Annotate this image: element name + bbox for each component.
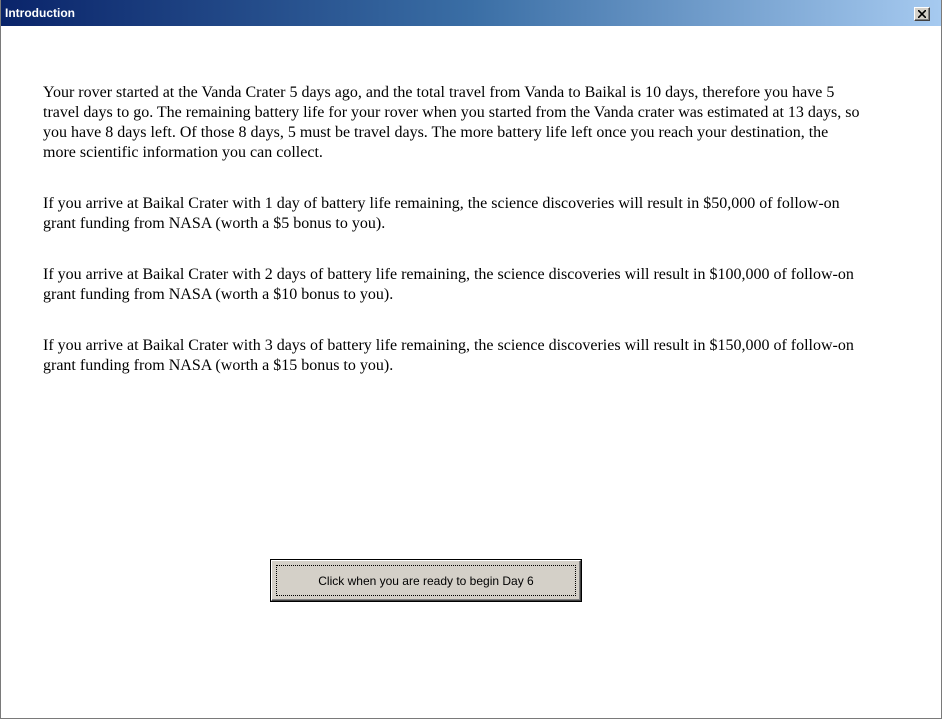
window-title: Introduction bbox=[5, 6, 75, 20]
intro-text: Your rover started at the Vanda Crater 5… bbox=[43, 83, 863, 376]
intro-paragraph: Your rover started at the Vanda Crater 5… bbox=[43, 84, 860, 161]
close-icon bbox=[918, 10, 926, 18]
bonus-paragraph-1-day: If you arrive at Baikal Crater with 1 da… bbox=[43, 195, 840, 232]
close-button[interactable] bbox=[914, 7, 930, 21]
begin-day-button-label: Click when you are ready to begin Day 6 bbox=[318, 573, 534, 588]
bonus-paragraph-3-days: If you arrive at Baikal Crater with 3 da… bbox=[43, 337, 854, 374]
bonus-paragraph-2-days: If you arrive at Baikal Crater with 2 da… bbox=[43, 266, 854, 303]
introduction-window: Introduction Your rover started at the V… bbox=[0, 0, 942, 719]
title-bar[interactable]: Introduction bbox=[1, 0, 941, 26]
begin-day-button[interactable]: Click when you are ready to begin Day 6 bbox=[271, 560, 581, 601]
